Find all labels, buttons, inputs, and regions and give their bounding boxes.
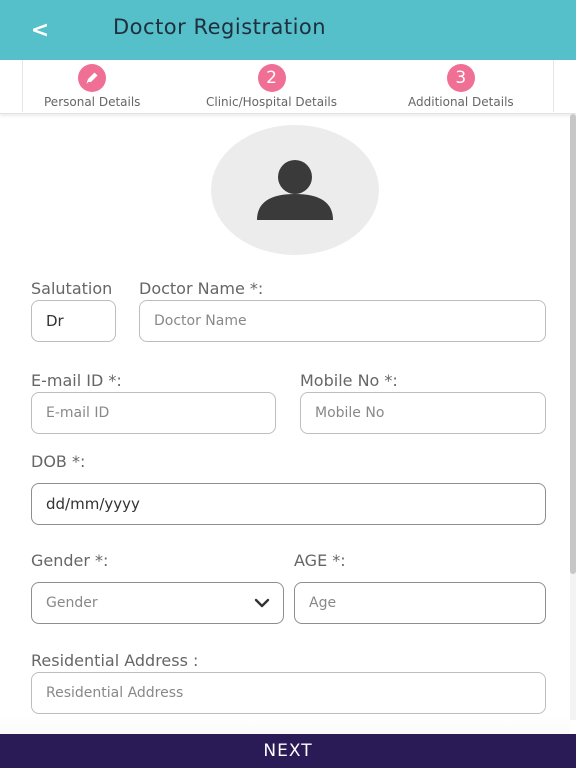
stepper-divider [22,60,23,112]
gender-select[interactable]: Gender [31,582,284,624]
next-button[interactable]: NEXT [0,734,576,768]
gender-select-value: Gender [46,595,98,611]
step-personal-details[interactable]: Personal Details [44,64,140,109]
salutation-field[interactable]: Dr [31,300,116,342]
residential-address-label: Residential Address : [31,651,199,670]
mobile-label: Mobile No *: [300,371,398,390]
age-label: AGE *: [294,551,346,570]
page-title: Doctor Registration [113,15,327,39]
app-header: < Doctor Registration [0,0,576,60]
dob-field[interactable]: dd/mm/yyyy [31,483,546,525]
age-field[interactable]: Age [294,582,546,624]
mobile-field[interactable]: Mobile No [300,392,546,434]
step-badge: 2 [257,64,286,92]
step-additional-details[interactable]: 3 Additional Details [408,64,514,109]
chevron-down-icon [254,598,270,608]
email-field[interactable]: E-mail ID [31,392,276,434]
step-label: Additional Details [408,95,514,109]
step-label: Clinic/Hospital Details [206,95,338,109]
email-label: E-mail ID *: [31,371,122,390]
profile-photo-picker[interactable] [211,125,379,255]
back-arrow-icon: < [30,17,50,43]
doctor-name-field[interactable]: Doctor Name [139,300,546,342]
gender-label: Gender *: [31,551,109,570]
step-badge: 3 [446,64,475,92]
registration-stepper: Personal Details 2 Clinic/Hospital Detai… [0,60,576,114]
stepper-divider [553,60,554,112]
residential-address-field[interactable]: Residential Address [31,672,546,714]
scrollbar-thumb[interactable] [570,114,576,574]
pencil-icon [86,72,98,84]
back-button[interactable]: < [22,12,58,48]
step-badge [78,64,107,92]
dob-label: DOB *: [31,452,86,471]
step-label: Personal Details [44,95,141,109]
scroll-fade [0,716,570,734]
user-avatar-icon [257,160,333,220]
salutation-label: Salutation [31,279,113,298]
step-clinic-hospital-details[interactable]: 2 Clinic/Hospital Details [206,64,337,109]
doctor-name-label: Doctor Name *: [139,279,264,298]
